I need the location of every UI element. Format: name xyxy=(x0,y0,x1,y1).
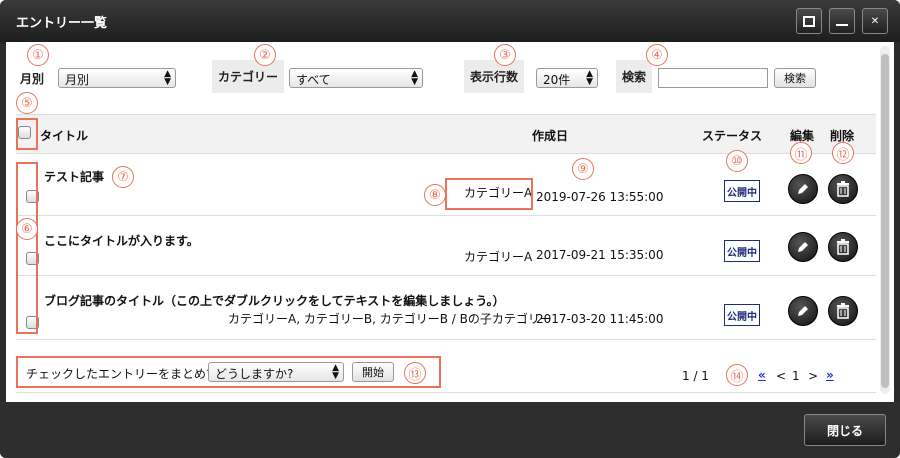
pager-first[interactable]: « xyxy=(758,368,766,382)
month-label: 月別 xyxy=(20,72,45,86)
annotation-3: ③ xyxy=(494,44,516,66)
delete-button[interactable] xyxy=(828,174,858,204)
table-row: ブログ記事のタイトル（この上でダブルクリックをしてテキストを編集しましょう。） … xyxy=(16,276,876,340)
annotation-7: ⑦ xyxy=(112,166,134,188)
annotation-10: ⑩ xyxy=(726,150,748,172)
select-arrows-icon: ▲ ▼ xyxy=(411,69,418,87)
annotation-12: ⑫ xyxy=(832,142,854,164)
annotation-1: ① xyxy=(27,44,49,66)
status-badge[interactable]: 公開中 xyxy=(724,180,760,202)
entry-category: カテゴリーA xyxy=(464,250,533,264)
close-icon: ✕ xyxy=(870,15,880,27)
search-input[interactable] xyxy=(658,68,768,88)
window-close-button[interactable]: ✕ xyxy=(862,8,888,34)
pager-last[interactable]: » xyxy=(826,368,834,382)
entry-list-window: エントリー一覧 ✕ 月別 月別 ▲ ▼ カテゴリー すべて ▲ ▼ 表示行数 20件… xyxy=(0,0,900,458)
trash-icon xyxy=(837,239,849,255)
close-dialog-button[interactable]: 閉じる xyxy=(804,414,886,446)
search-label: 検索 xyxy=(616,60,653,93)
select-arrows-icon: ▲ ▼ xyxy=(586,69,593,87)
pager-info: 1 / 1 xyxy=(682,369,709,383)
entry-category: カテゴリーA, カテゴリーB, カテゴリーB / Bの子カテゴリー xyxy=(228,312,552,326)
window-title: エントリー一覧 xyxy=(16,16,108,31)
annotation-6: ⑥ xyxy=(16,218,38,240)
annotation-13: ⑬ xyxy=(404,362,426,384)
annotation-2: ② xyxy=(254,44,276,66)
delete-button[interactable] xyxy=(828,296,858,326)
rows-label: 表示行数 xyxy=(464,60,525,93)
pencil-icon xyxy=(798,184,808,194)
edit-button[interactable] xyxy=(788,232,818,262)
status-badge[interactable]: 公開中 xyxy=(724,240,760,262)
select-arrows-icon: ▲ ▼ xyxy=(164,69,171,87)
annotation-box-bulk xyxy=(16,356,441,388)
column-date[interactable]: 作成日 xyxy=(532,127,568,144)
month-select[interactable]: 月別 ▲ ▼ xyxy=(58,68,176,88)
annotation-4: ④ xyxy=(646,44,668,66)
entry-title[interactable]: ここにタイトルが入ります。 xyxy=(44,232,199,249)
dialog-footer xyxy=(0,402,900,458)
rows-select-value: 20件 xyxy=(543,73,571,87)
search-button[interactable]: 検索 xyxy=(774,68,816,88)
status-badge[interactable]: 公開中 xyxy=(724,304,760,326)
entry-date: 2017-09-21 15:35:00 xyxy=(536,248,664,262)
scrollbar-thumb[interactable] xyxy=(881,54,889,388)
month-select-value: 月別 xyxy=(65,73,90,87)
minimize-button[interactable] xyxy=(829,8,855,34)
annotation-14: ⑭ xyxy=(726,364,748,386)
vertical-scrollbar[interactable] xyxy=(880,46,890,394)
edit-button[interactable] xyxy=(788,174,818,204)
annotation-box-select-all xyxy=(16,118,38,150)
entry-title[interactable]: テスト記事 xyxy=(44,168,104,185)
pager-next[interactable]: > xyxy=(808,369,818,383)
annotation-box-category xyxy=(445,178,533,210)
annotation-5: ⑤ xyxy=(16,92,38,114)
annotation-9: ⑨ xyxy=(572,158,594,180)
column-status[interactable]: ステータス xyxy=(702,127,762,144)
entry-date: 2017-03-20 11:45:00 xyxy=(536,312,664,326)
edit-button[interactable] xyxy=(788,296,818,326)
annotation-11: ⑪ xyxy=(790,142,812,164)
divider xyxy=(16,392,876,393)
maximize-button[interactable] xyxy=(796,8,822,34)
pencil-icon xyxy=(798,242,808,252)
category-select[interactable]: すべて ▲ ▼ xyxy=(289,68,423,88)
annotation-box-row-checkboxes xyxy=(16,162,38,334)
category-label: カテゴリー xyxy=(212,60,285,93)
annotation-8: ⑧ xyxy=(424,184,446,206)
pager-current: 1 xyxy=(792,369,800,383)
pencil-icon xyxy=(798,306,808,316)
trash-icon xyxy=(837,303,849,319)
content-area: 月別 月別 ▲ ▼ カテゴリー すべて ▲ ▼ 表示行数 20件 ▲ ▼ 検索 検索 … xyxy=(6,42,894,402)
pager-prev[interactable]: < xyxy=(776,369,786,383)
category-select-value: すべて xyxy=(296,73,331,87)
maximize-icon xyxy=(803,15,815,27)
entry-title[interactable]: ブログ記事のタイトル（この上でダブルクリックをしてテキストを編集しましょう。） xyxy=(44,292,505,309)
table-row: ここにタイトルが入ります。 カテゴリーA 2017-09-21 15:35:00… xyxy=(16,216,876,276)
table-header: タイトル 作成日 ステータス 編集 削除 xyxy=(16,114,876,154)
entry-date: 2019-07-26 13:55:00 xyxy=(536,190,664,204)
column-title[interactable]: タイトル xyxy=(40,127,88,144)
rows-select[interactable]: 20件 ▲ ▼ xyxy=(536,68,598,88)
trash-icon xyxy=(837,181,849,197)
minimize-icon xyxy=(836,24,848,26)
title-bar: エントリー一覧 ✕ xyxy=(0,0,900,42)
delete-button[interactable] xyxy=(828,232,858,262)
